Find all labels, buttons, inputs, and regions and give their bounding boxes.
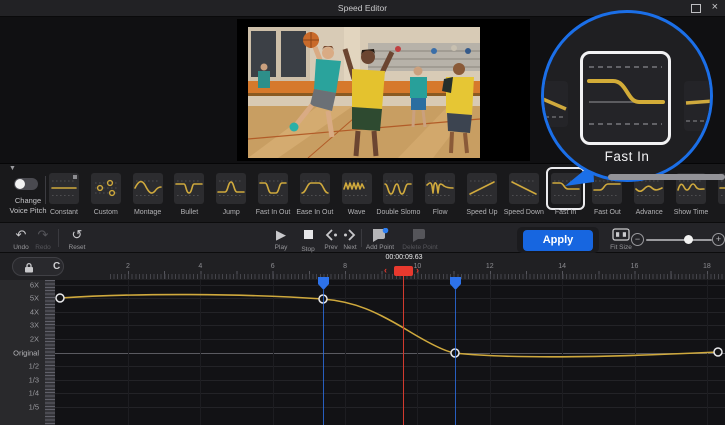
ruler-number: 18	[703, 263, 711, 270]
speed-axis-label: 6X	[30, 280, 39, 289]
speed-axis-label: 1/5	[29, 403, 39, 412]
callout-neighbor-right	[684, 81, 713, 131]
vertical-tick-ruler	[45, 280, 55, 425]
ruler-number: 8	[343, 263, 347, 270]
apply-button[interactable]: Apply	[523, 230, 593, 251]
delete-point-icon	[398, 228, 442, 242]
timeline-ruler[interactable]: C 24681012141618 00:00:09.63 ‹ ›	[0, 253, 725, 280]
keyframe-pin-line	[455, 290, 456, 425]
speed-axis-label: Original	[13, 348, 39, 357]
timecode: 00:00:09.63	[354, 254, 454, 261]
toolbar: ↶ Undo ↷ Redo ↺ Reset ▶ Play Stop Prev N…	[0, 222, 725, 253]
preset-scrollbar-thumb[interactable]	[608, 174, 725, 180]
reset-icon: ↺	[60, 228, 94, 242]
ruler-number: 6	[271, 263, 275, 270]
speed-axis-label: 1/3	[29, 375, 39, 384]
preset-thumb-fast-in-out[interactable]	[258, 173, 288, 204]
playhead-left-arrow-icon[interactable]: ‹	[384, 265, 387, 275]
preset-thumb-wave[interactable]	[342, 173, 372, 204]
keyframe-points[interactable]	[56, 294, 722, 357]
lock-icon[interactable]	[22, 262, 36, 273]
callout-label: Fast In	[544, 149, 710, 164]
zoom-slider-track[interactable]	[646, 239, 712, 241]
speed-axis-label: 2X	[30, 334, 39, 343]
speed-curve[interactable]	[55, 278, 725, 425]
delete-point-button[interactable]: Delete Point	[398, 228, 442, 251]
playhead-right-arrow-icon[interactable]: ›	[416, 265, 419, 275]
ruler-number: 4	[198, 263, 202, 270]
ruler-number: 16	[631, 263, 639, 270]
speed-axis-label: 3X	[30, 321, 39, 330]
redo-button[interactable]: ↷ Redo	[26, 228, 60, 251]
zoom-slider-thumb[interactable]	[684, 235, 693, 244]
speed-curve-graph[interactable]: 6X 5X 4X 3X 2X Original 1/2 1/3 1/4 1/5	[0, 280, 725, 425]
preset-thumb-jump[interactable]	[216, 173, 246, 204]
add-point-button[interactable]: Add Point	[360, 228, 400, 251]
keyframe-pin-line	[323, 290, 324, 425]
lock-render-pill: C	[12, 257, 64, 276]
fast-in-callout-circle: Fast In	[541, 10, 713, 182]
redo-icon: ↷	[26, 228, 60, 242]
close-icon[interactable]: ×	[712, 1, 718, 14]
render-c-icon[interactable]: C	[53, 261, 60, 272]
playhead-line[interactable]	[403, 276, 404, 425]
callout-neighbor-left	[541, 81, 568, 127]
speed-editor-window: Speed Editor ×	[0, 0, 725, 425]
fast-in-enlarged-thumbnail	[580, 51, 671, 145]
speed-axis-label: 5X	[30, 294, 39, 303]
divider	[58, 229, 59, 247]
speed-axis-label: 1/4	[29, 389, 39, 398]
preset-thumb-speed-up[interactable]	[467, 173, 497, 204]
playhead-handle[interactable]	[394, 266, 413, 276]
video-preview[interactable]	[237, 19, 530, 161]
speed-axis-label: 4X	[30, 307, 39, 316]
reset-button[interactable]: ↺ Reset	[60, 228, 94, 251]
preset-thumb-bullet[interactable]	[174, 173, 204, 204]
ruler-number: 12	[486, 263, 494, 270]
basketball-video-frame	[248, 27, 480, 158]
preset-thumb-double-slomo[interactable]	[383, 173, 413, 204]
keyframe-pin[interactable]	[318, 277, 329, 290]
preset-thumb-speed-down[interactable]	[509, 173, 539, 204]
preset-thumb-constant[interactable]	[49, 173, 79, 204]
preset-label: Show Time	[659, 209, 723, 216]
ruler-number: 2	[126, 263, 130, 270]
zoom-in-icon[interactable]: +	[712, 233, 725, 246]
speed-axis-label: 1/2	[29, 362, 39, 371]
preset-thumb-custom[interactable]	[91, 173, 121, 204]
speed-axis: 6X 5X 4X 3X 2X Original 1/2 1/3 1/4 1/5	[0, 280, 45, 425]
keyframe-pin[interactable]	[450, 277, 461, 290]
add-point-icon	[360, 228, 400, 242]
preset-thumb-flow[interactable]	[425, 173, 455, 204]
default-badge	[73, 175, 77, 179]
zoom-out-icon[interactable]: −	[631, 233, 644, 246]
preset-thumb-montage[interactable]	[133, 173, 163, 204]
maximize-icon[interactable]	[691, 4, 701, 13]
ruler-number: 14	[558, 263, 566, 270]
preset-thumb-ease-in-out[interactable]	[300, 173, 330, 204]
